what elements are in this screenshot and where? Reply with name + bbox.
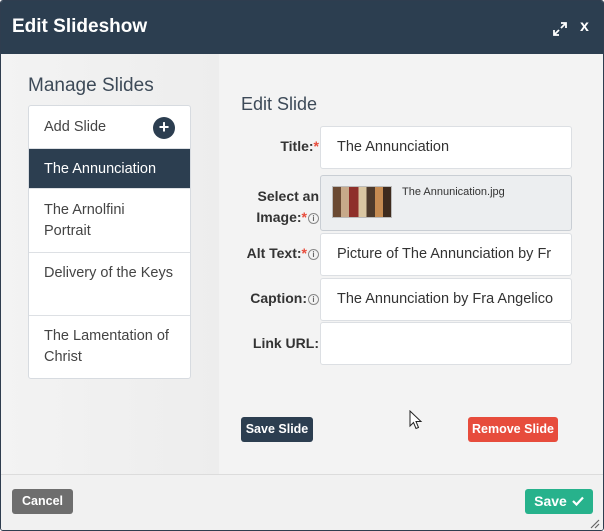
caption-label: Caption: i <box>219 288 319 309</box>
slide-item-label: The Lamentation of Christ <box>44 328 169 365</box>
caption-input[interactable]: The Annunciation by Fra Angelico <box>320 278 572 321</box>
image-filename: The Annunication.jpg <box>402 186 505 198</box>
title-label-text: Title: <box>280 138 314 154</box>
slide-item-delivery-of-the-keys[interactable]: Delivery of the Keys <box>29 253 190 316</box>
save-button-label: Save <box>534 493 567 509</box>
image-label-line1: Select an <box>257 188 319 204</box>
dialog-footer: Cancel Save <box>1 474 603 530</box>
resize-grip-icon[interactable] <box>590 519 600 529</box>
slide-list: Add Slide + The Annunciation The Arnolfi… <box>28 105 191 379</box>
slide-item-the-arnolfini-portrait[interactable]: The Arnolfini Portrait <box>29 189 190 253</box>
dialog-titlebar: Edit Slideshow x <box>1 1 603 54</box>
plus-icon[interactable]: + <box>153 117 175 139</box>
edit-slide-heading: Edit Slide <box>241 94 318 114</box>
slide-item-label: Delivery of the Keys <box>44 265 173 281</box>
save-button[interactable]: Save <box>525 489 593 514</box>
dialog-body: Manage Slides Add Slide + The Annunciati… <box>1 54 603 474</box>
remove-slide-button[interactable]: Remove Slide <box>468 417 558 442</box>
info-icon[interactable]: i <box>308 293 319 305</box>
link-url-input[interactable] <box>320 322 572 365</box>
slide-item-label: The Arnolfini Portrait <box>44 202 125 239</box>
image-picker[interactable]: The Annunication.jpg <box>320 175 572 231</box>
slide-item-the-annunciation[interactable]: The Annunciation <box>29 149 190 189</box>
required-marker: * <box>313 138 319 154</box>
required-marker: * <box>301 245 307 261</box>
title-label: Title:* <box>219 136 319 157</box>
cancel-button[interactable]: Cancel <box>12 489 73 514</box>
add-slide-label: Add Slide <box>44 119 107 135</box>
save-slide-button[interactable]: Save Slide <box>241 417 313 442</box>
link-url-label: Link URL: <box>252 335 319 351</box>
alt-text-input[interactable]: Picture of The Annunciation by Fr <box>320 233 572 276</box>
mouse-cursor-icon <box>409 410 423 430</box>
close-icon[interactable]: x <box>580 18 589 36</box>
info-icon[interactable]: i <box>308 212 319 224</box>
checkmark-icon <box>572 496 584 506</box>
required-marker: * <box>301 209 307 225</box>
caption-label-text: Caption: <box>250 290 307 306</box>
image-thumbnail <box>332 186 392 218</box>
image-label: Select an Image:* i <box>219 186 319 228</box>
add-slide-button[interactable]: Add Slide + <box>29 106 190 149</box>
alt-text-label-text: Alt Text: <box>246 245 302 261</box>
image-label-text: Image: <box>256 209 302 225</box>
manage-slides-heading: Manage Slides <box>28 75 154 96</box>
title-input[interactable]: The Annunciation <box>320 126 572 169</box>
manage-slides-panel: Manage Slides Add Slide + The Annunciati… <box>1 54 219 474</box>
edit-slideshow-dialog: Edit Slideshow x Manage Slides Add Slide… <box>0 0 604 531</box>
expand-icon[interactable] <box>552 21 568 37</box>
image-label-line2: Image:* i <box>219 207 319 228</box>
info-icon[interactable]: i <box>308 248 319 260</box>
dialog-title: Edit Slideshow <box>12 16 148 37</box>
slide-item-label: The Annunciation <box>44 161 157 177</box>
slide-item-the-lamentation-of-christ[interactable]: The Lamentation of Christ <box>29 316 190 378</box>
alt-text-label: Alt Text:* i <box>219 243 319 264</box>
